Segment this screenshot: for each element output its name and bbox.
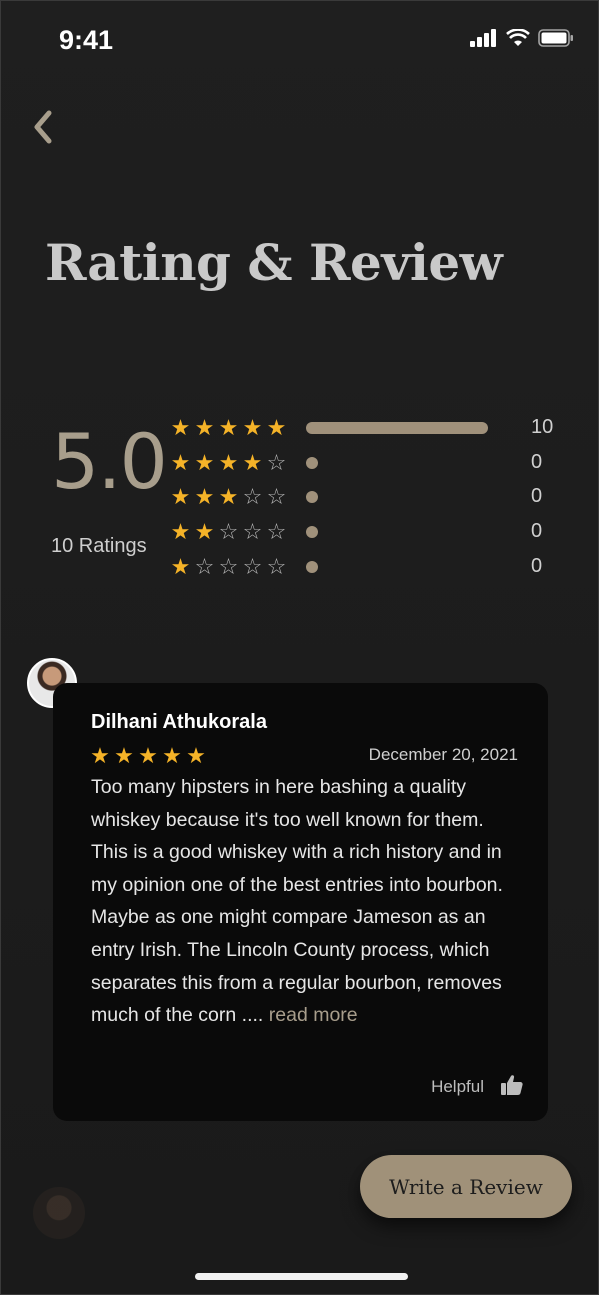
rating-row-5: ★ ★ ★ ★ ★ 10 (169, 414, 569, 444)
ratings-count: 10 Ratings (51, 535, 147, 557)
star-filled-icon: ★ (170, 484, 191, 509)
star-filled-icon: ★ (194, 415, 215, 440)
review-stars: ★ ★ ★ ★ ★ (89, 743, 207, 769)
rating-bar (306, 422, 488, 434)
star-empty-icon: ☆ (266, 450, 287, 475)
rating-bar-empty-dot (306, 491, 318, 503)
rating-bar-empty-dot (306, 457, 318, 469)
signal-icon (470, 29, 496, 47)
rating-row-count: 0 (531, 520, 543, 542)
star-filled-icon: ★ (218, 415, 239, 440)
star-filled-icon: ★ (170, 554, 191, 579)
rating-bar-empty-dot (306, 526, 318, 538)
review-ellipsis: .... (236, 1004, 269, 1027)
star-filled-icon: ★ (162, 743, 182, 768)
average-rating: 5.0 (51, 417, 168, 506)
star-filled-icon: ★ (194, 519, 215, 544)
review-text: Too many hipsters in here bashing a qual… (91, 771, 521, 1032)
star-empty-icon: ☆ (266, 554, 287, 579)
star-empty-icon: ☆ (242, 484, 263, 509)
rating-bar-empty-dot (306, 561, 318, 573)
second-reviewer-avatar[interactable] (33, 1187, 85, 1239)
star-empty-icon: ☆ (218, 554, 239, 579)
rating-row-count: 10 (531, 416, 554, 438)
home-indicator (195, 1273, 408, 1280)
star-filled-icon: ★ (218, 450, 239, 475)
read-more-link[interactable]: read more (269, 1004, 358, 1026)
rating-row-stars: ★ ★ ★ ★ ★ (169, 414, 288, 442)
star-filled-icon: ★ (242, 415, 263, 440)
star-filled-icon: ★ (194, 450, 215, 475)
status-icons (470, 29, 574, 47)
star-filled-icon: ★ (90, 743, 110, 768)
review-body: Too many hipsters in here bashing a qual… (91, 776, 503, 1027)
star-filled-icon: ★ (170, 450, 191, 475)
star-empty-icon: ☆ (194, 554, 215, 579)
reviewer-name: Dilhani Athukorala (91, 711, 267, 733)
star-empty-icon: ☆ (218, 519, 239, 544)
rating-row-1: ★ ☆ ☆ ☆ ☆ 0 (169, 553, 569, 583)
wifi-icon (506, 29, 530, 46)
star-filled-icon: ★ (138, 743, 158, 768)
star-empty-icon: ☆ (266, 484, 287, 509)
star-filled-icon: ★ (266, 415, 287, 440)
star-filled-icon: ★ (186, 743, 206, 768)
star-filled-icon: ★ (114, 743, 134, 768)
star-filled-icon: ★ (194, 484, 215, 509)
rating-row-count: 0 (531, 451, 543, 473)
rating-row-count: 0 (531, 485, 543, 507)
helpful-label: Helpful (431, 1077, 484, 1096)
status-time: 9:41 (59, 25, 114, 55)
star-empty-icon: ☆ (266, 519, 287, 544)
rating-row-3: ★ ★ ★ ☆ ☆ 0 (169, 483, 569, 513)
rating-row-count: 0 (531, 555, 543, 577)
page-title: Rating & Review (45, 233, 503, 292)
screen: 9:41 Rating & Review 5.0 10 Ratings ★ ★ ★ ★… (0, 0, 599, 1295)
rating-row-stars: ★ ★ ☆ ☆ ☆ (169, 518, 288, 546)
star-filled-icon: ★ (218, 484, 239, 509)
rating-row-stars: ★ ★ ★ ★ ☆ (169, 449, 288, 477)
rating-bar-fill (306, 422, 488, 434)
star-empty-icon: ☆ (242, 554, 263, 579)
rating-row-2: ★ ★ ☆ ☆ ☆ 0 (169, 518, 569, 548)
thumbs-up-icon[interactable] (500, 1073, 524, 1097)
rating-row-4: ★ ★ ★ ★ ☆ 0 (169, 449, 569, 479)
review-card: Dilhani Athukorala ★ ★ ★ ★ ★ December 20, 20… (53, 683, 548, 1121)
rating-row-stars: ★ ☆ ☆ ☆ ☆ (169, 553, 288, 581)
star-filled-icon: ★ (170, 519, 191, 544)
rating-row-stars: ★ ★ ★ ☆ ☆ (169, 483, 288, 511)
review-date: December 20, 2021 (368, 745, 518, 764)
back-button[interactable] (29, 105, 59, 149)
star-filled-icon: ★ (242, 450, 263, 475)
star-empty-icon: ☆ (242, 519, 263, 544)
back-chevron-icon (34, 110, 52, 144)
battery-icon (538, 29, 573, 47)
write-review-button[interactable]: Write a Review (360, 1155, 572, 1218)
star-filled-icon: ★ (170, 415, 191, 440)
